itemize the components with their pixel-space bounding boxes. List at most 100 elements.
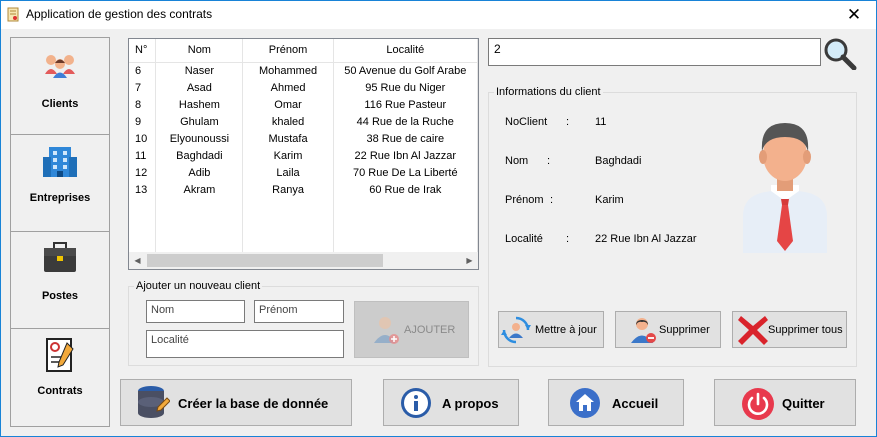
cell-localite: 22 Rue Ibn Al Jazzar [333, 147, 478, 164]
cell-nom: Hashem [155, 96, 244, 113]
cell-localite: 70 Rue De La Liberté [333, 164, 478, 181]
search-input[interactable]: 2 [488, 38, 821, 66]
cell-number: 12 [129, 164, 157, 181]
cell-nom: Akram [155, 181, 244, 198]
add-client-label: AJOUTER [404, 324, 456, 336]
client-list[interactable]: N° Nom Prénom Localité 6 Naser Mohammed 50 … [128, 38, 479, 270]
window-title: Application de gestion des contrats [26, 7, 213, 21]
contract-icon [46, 338, 74, 372]
close-button[interactable]: ✕ [832, 1, 876, 29]
sidebar-item-label: Contrats [37, 385, 83, 397]
horizontal-scrollbar[interactable]: ◀ ▶ [129, 252, 478, 269]
table-row[interactable]: 11 Baghdadi Karim 22 Rue Ibn Al Jazzar [129, 147, 478, 164]
table-row[interactable]: 6 Naser Mohammed 50 Avenue du Golf Arabe [129, 62, 478, 79]
localite-field[interactable]: Localité [146, 330, 344, 358]
people-icon [45, 55, 75, 78]
add-user-icon [374, 317, 399, 344]
cell-number: 10 [129, 130, 157, 147]
quit-button[interactable]: Quitter [714, 379, 856, 426]
prenom-value: Karim [595, 194, 624, 206]
cell-prenom: Ranya [242, 181, 334, 198]
table-row[interactable]: 8 Hashem Omar 116 Rue Pasteur [129, 96, 478, 113]
delete-label: Supprimer [659, 324, 710, 336]
client-avatar-icon [743, 123, 827, 253]
table-row[interactable]: 13 Akram Ranya 60 Rue de Irak [129, 181, 478, 198]
about-button[interactable]: A propos [383, 379, 519, 426]
cell-localite: 60 Rue de Irak [333, 181, 478, 198]
about-label: A propos [442, 396, 499, 411]
sidebar-item-contrats[interactable]: Contrats [11, 329, 109, 426]
cell-localite: 44 Rue de la Ruche [333, 113, 478, 130]
client-table: N° Nom Prénom Localité 6 Naser Mohammed 50 … [129, 39, 478, 266]
cell-prenom: Karim [242, 147, 334, 164]
create-database-label: Créer la base de donnée [178, 396, 329, 411]
update-label: Mettre à jour [535, 324, 597, 336]
cell-number: 13 [129, 181, 157, 198]
client-info-legend: Informations du client [496, 86, 601, 98]
briefcase-icon [44, 242, 76, 272]
cell-localite: 38 Rue de caire [333, 130, 478, 147]
sidebar-item-label: Postes [41, 290, 79, 302]
table-row[interactable]: 7 Asad Ahmed 95 Rue du Niger [129, 79, 478, 96]
table-row-empty [129, 232, 478, 249]
search-icon[interactable] [823, 37, 857, 70]
noclient-value: 11 [595, 116, 607, 128]
delete-all-button[interactable]: Supprimer tous [732, 311, 847, 348]
localite-label: Localité [505, 233, 543, 245]
title-bar: Application de gestion des contrats ✕ [1, 1, 876, 29]
create-database-button[interactable]: Créer la base de donnée [120, 379, 352, 426]
table-row-empty [129, 198, 478, 215]
table-row[interactable]: 12 Adib Laila 70 Rue De La Liberté [129, 164, 478, 181]
cell-prenom: Laila [242, 164, 334, 181]
scroll-left-icon[interactable]: ◀ [129, 252, 146, 269]
column-header-nom[interactable]: Nom [155, 39, 244, 63]
cell-localite: 116 Rue Pasteur [333, 96, 478, 113]
column-header-number[interactable]: N° [129, 39, 157, 63]
cell-nom: Naser [155, 62, 244, 79]
refresh-user-icon [501, 316, 531, 344]
database-icon [138, 386, 170, 418]
table-row[interactable]: 9 Ghulam khaled 44 Rue de la Ruche [129, 113, 478, 130]
quit-label: Quitter [782, 396, 825, 411]
sidebar-item-label: Clients [41, 98, 79, 110]
home-icon [570, 388, 600, 418]
add-client-button[interactable]: AJOUTER [354, 301, 469, 358]
red-x-icon [738, 316, 768, 345]
table-header-row: N° Nom Prénom Localité [129, 39, 478, 63]
nom-field[interactable]: Nom [146, 300, 245, 323]
home-button[interactable]: Accueil [548, 379, 684, 426]
sidebar-item-entreprises[interactable]: Entreprises [11, 135, 109, 232]
cell-number: 8 [129, 96, 157, 113]
cell-nom: Ghulam [155, 113, 244, 130]
remove-user-icon [631, 318, 656, 343]
building-icon [43, 147, 77, 177]
cell-prenom: Mohammed [242, 62, 334, 79]
sidebar: Clients Entreprises Postes Contrats [10, 37, 110, 427]
nom-label: Nom [505, 155, 529, 167]
noclient-label: NoClient [505, 116, 548, 128]
sidebar-item-clients[interactable]: Clients [11, 38, 109, 135]
info-icon [401, 388, 431, 418]
close-icon: ✕ [846, 5, 862, 24]
table-row-empty [129, 215, 478, 232]
sidebar-item-postes[interactable]: Postes [11, 232, 109, 329]
cell-nom: Asad [155, 79, 244, 96]
cell-prenom: khaled [242, 113, 334, 130]
column-header-prenom[interactable]: Prénom [242, 39, 334, 63]
cell-prenom: Omar [242, 96, 334, 113]
prenom-field[interactable]: Prénom [254, 300, 344, 323]
column-header-localite[interactable]: Localité [333, 39, 478, 63]
app-window: Application de gestion des contrats ✕ Cl… [0, 0, 877, 437]
table-row[interactable]: 10 Elyounoussi Mustafa 38 Rue de caire [129, 130, 478, 147]
cell-number: 6 [129, 62, 157, 79]
cell-localite: 50 Avenue du Golf Arabe [333, 62, 478, 79]
scroll-right-icon[interactable]: ▶ [461, 252, 478, 269]
prenom-label: Prénom [505, 194, 544, 206]
home-label: Accueil [612, 396, 659, 411]
localite-separator: : [566, 233, 570, 245]
scroll-thumb[interactable] [147, 254, 383, 267]
prenom-separator: : [550, 194, 554, 206]
cell-number: 7 [129, 79, 157, 96]
update-button[interactable]: Mettre à jour [498, 311, 604, 348]
delete-button[interactable]: Supprimer [615, 311, 721, 348]
